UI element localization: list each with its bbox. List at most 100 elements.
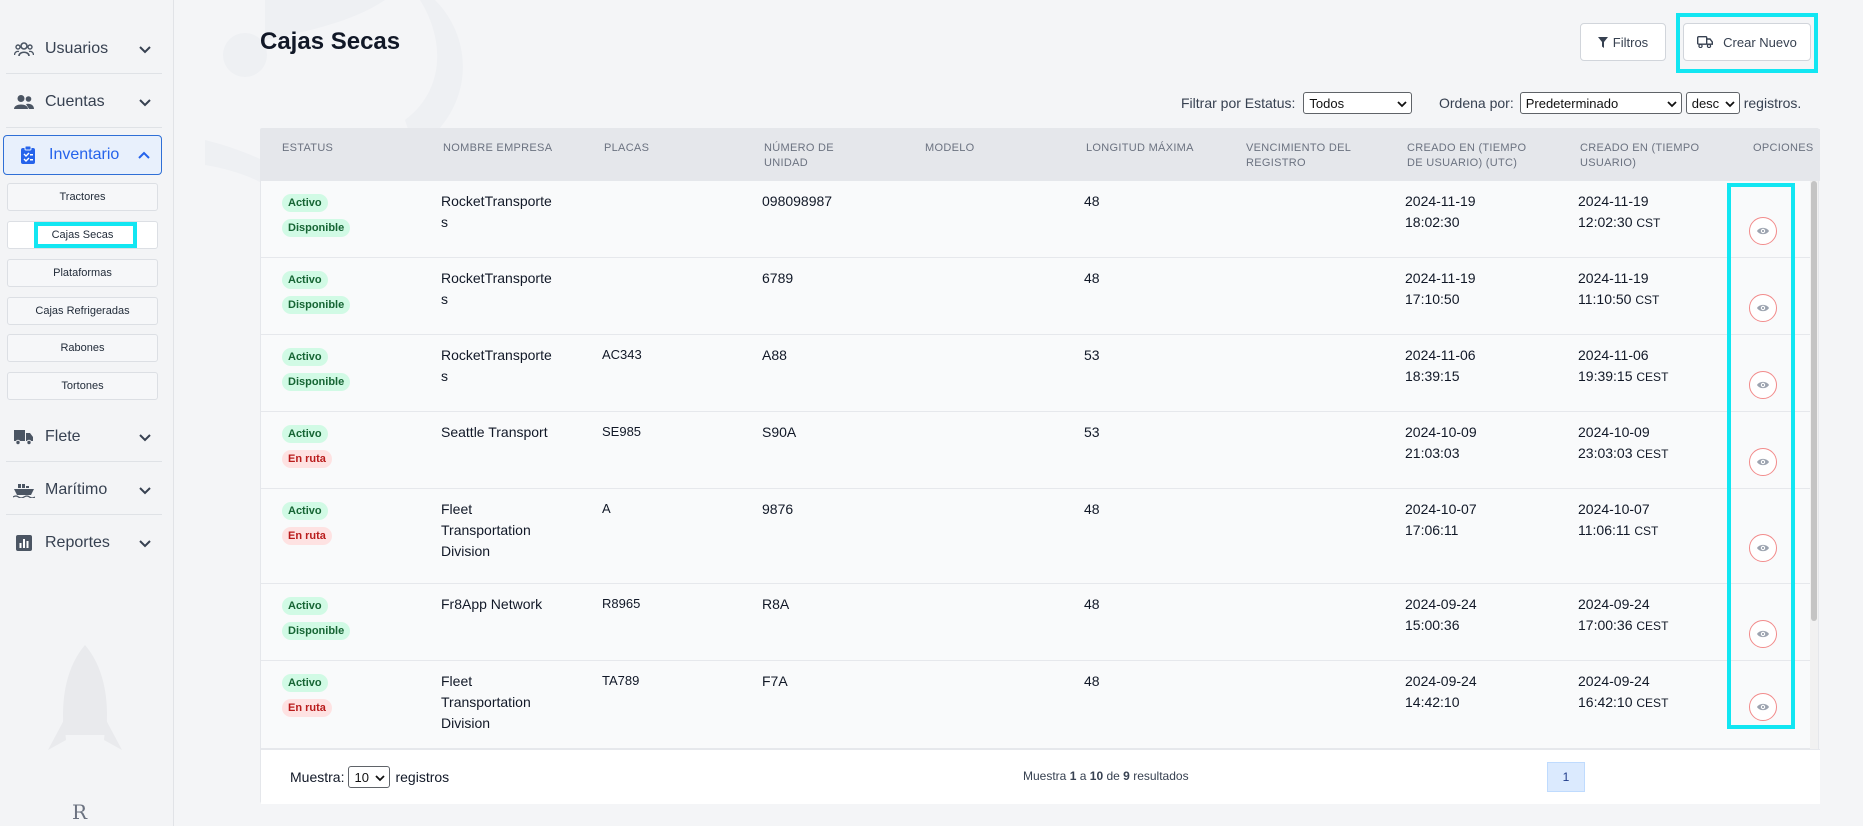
divider bbox=[6, 73, 162, 74]
company-name-line: Division bbox=[441, 543, 491, 559]
filter-icon bbox=[1597, 36, 1608, 48]
results-to: 10 bbox=[1089, 769, 1104, 783]
page-size-suffix: registros bbox=[395, 769, 450, 785]
plates-cell: R8965 bbox=[602, 596, 641, 611]
sidebar-item-label: Cuentas bbox=[45, 93, 105, 110]
table-row[interactable]: Activo Disponible RocketTransporte s AC343 A8… bbox=[261, 335, 1810, 412]
users-icon bbox=[13, 40, 35, 58]
plates-cell: TA789 bbox=[602, 673, 640, 688]
created-user-cell: 2024-11-19 12:02:30 CST bbox=[1578, 191, 1660, 234]
company-name-line: s bbox=[441, 368, 448, 384]
page-size-select[interactable]: 10 bbox=[348, 766, 391, 788]
truck-icon bbox=[13, 428, 35, 446]
table-scrollbar[interactable] bbox=[1810, 181, 1818, 749]
column-header-modelo[interactable]: MODELO bbox=[925, 141, 974, 156]
column-header-numero-unidad[interactable]: NÚMERO DE UNIDAD bbox=[764, 141, 834, 171]
max-length-cell: 48 bbox=[1084, 596, 1100, 612]
divider bbox=[6, 514, 162, 515]
sidebar-subitem-tractores[interactable]: Tractores bbox=[7, 183, 158, 211]
sidebar: Usuarios Cuentas Inventario Tractores Ca… bbox=[0, 0, 174, 826]
chevron-up-icon bbox=[138, 151, 150, 159]
unit-number-cell: F7A bbox=[762, 673, 788, 689]
max-length-cell: 48 bbox=[1084, 501, 1100, 517]
highlight-box bbox=[34, 222, 137, 248]
table-row[interactable]: Activo En ruta Seattle Transport SE985 S90A 5… bbox=[261, 412, 1810, 489]
chevron-down-icon bbox=[139, 46, 151, 54]
table-row[interactable]: Activo Disponible Fr8App Network R8965 R8A 48… bbox=[261, 584, 1810, 661]
table-row[interactable]: Activo Disponible RocketTransporte s 6789 48 2… bbox=[261, 258, 1810, 335]
unit-number-cell: A88 bbox=[762, 347, 787, 363]
records-suffix: registros. bbox=[1743, 95, 1802, 111]
company-name-line: Fleet bbox=[441, 673, 473, 689]
column-header-creado-usuario[interactable]: CREADO EN (TIEMPO USUARIO) bbox=[1580, 141, 1699, 171]
app-logo[interactable]: R bbox=[72, 800, 87, 824]
company-name-line: Transportation bbox=[441, 694, 531, 710]
status-filter: Filtrar por Estatus: Todos bbox=[1181, 92, 1413, 114]
availability-badge: En ruta bbox=[282, 527, 332, 545]
order-direction-select[interactable]: desc bbox=[1685, 92, 1740, 114]
unit-number-cell: 098098987 bbox=[762, 193, 833, 209]
sidebar-subitem-rabones[interactable]: Rabones bbox=[7, 334, 158, 362]
plates-cell: A bbox=[602, 501, 611, 516]
rocket-watermark-icon bbox=[48, 645, 122, 750]
sidebar-item-flete[interactable]: Flete bbox=[0, 415, 162, 459]
column-header-placas[interactable]: PLACAS bbox=[604, 141, 649, 156]
table-row[interactable]: Activo Disponible RocketTransporte s 0980989… bbox=[261, 181, 1810, 258]
company-name-line: RocketTransporte bbox=[441, 270, 552, 286]
status-badge: Activo bbox=[282, 194, 328, 212]
sidebar-item-label: Reportes bbox=[45, 534, 110, 551]
created-user-cell: 2024-10-07 11:06:11 CST bbox=[1578, 499, 1658, 542]
sidebar-subitem-plataformas[interactable]: Plataformas bbox=[7, 259, 158, 287]
filters-button[interactable]: Filtros bbox=[1580, 23, 1666, 61]
created-user-time: 17:00:36 bbox=[1578, 617, 1633, 633]
chart-icon bbox=[13, 534, 35, 552]
created-utc-cell: 2024-11-19 18:02:30 bbox=[1405, 191, 1476, 233]
sidebar-item-cuentas[interactable]: Cuentas bbox=[0, 80, 162, 124]
created-user-date: 2024-11-19 bbox=[1578, 270, 1649, 286]
company-name-line: Division bbox=[441, 715, 491, 731]
sidebar-subitem-cajas-refrigeradas[interactable]: Cajas Refrigeradas bbox=[7, 297, 158, 325]
company-name-line: s bbox=[441, 291, 448, 307]
status-badge: Activo bbox=[282, 597, 328, 615]
order-select[interactable]: Predeterminado bbox=[1519, 92, 1682, 114]
created-user-date: 2024-11-19 bbox=[1578, 193, 1649, 209]
company-cell: Fleet Transportation Division bbox=[441, 671, 531, 734]
unit-number-cell: S90A bbox=[762, 424, 797, 440]
created-utc-time: 14:42:10 bbox=[1405, 694, 1460, 710]
max-length-cell: 48 bbox=[1084, 193, 1100, 209]
column-header-nombre-empresa[interactable]: NOMBRE EMPRESA bbox=[443, 141, 552, 156]
pagination-page-button[interactable]: 1 bbox=[1547, 762, 1585, 792]
sidebar-item-inventario[interactable]: Inventario bbox=[3, 135, 162, 175]
created-user-cell: 2024-11-19 11:10:50 CST bbox=[1578, 268, 1659, 311]
status-badge: Activo bbox=[282, 348, 328, 366]
created-utc-cell: 2024-11-19 17:10:50 bbox=[1405, 268, 1476, 310]
column-header-creado-utc[interactable]: CREADO EN (TIEMPO DE USUARIO) (UTC) bbox=[1407, 141, 1526, 171]
column-header-estatus[interactable]: ESTATUS bbox=[282, 141, 333, 156]
accounts-icon bbox=[13, 93, 35, 111]
sidebar-item-maritimo[interactable]: Marítimo bbox=[0, 468, 162, 512]
column-header-longitud[interactable]: LONGITUD MÁXIMA bbox=[1086, 141, 1194, 156]
status-select[interactable]: Todos bbox=[1303, 92, 1413, 114]
table-row[interactable]: Activo En ruta Fleet Transportation Division… bbox=[261, 489, 1810, 584]
status-badge: Activo bbox=[282, 674, 328, 692]
sidebar-item-usuarios[interactable]: Usuarios bbox=[0, 27, 162, 71]
availability-badge: Disponible bbox=[282, 219, 351, 237]
max-length-cell: 48 bbox=[1084, 270, 1100, 286]
plates-cell: SE985 bbox=[602, 424, 642, 439]
results-from: 1 bbox=[1069, 769, 1077, 783]
column-header-vencimiento[interactable]: VENCIMIENTO DEL REGISTRO bbox=[1246, 141, 1351, 171]
sidebar-item-reportes[interactable]: Reportes bbox=[0, 521, 162, 565]
sidebar-subitem-tortones[interactable]: Tortones bbox=[7, 372, 158, 400]
page-size-control: Muestra: 10 registros bbox=[290, 766, 449, 788]
max-length-cell: 48 bbox=[1084, 673, 1100, 689]
sidebar-item-label: Inventario bbox=[49, 146, 120, 163]
scrollbar-thumb[interactable] bbox=[1811, 181, 1817, 621]
availability-badge: Disponible bbox=[282, 296, 351, 314]
created-utc-date: 2024-11-06 bbox=[1405, 347, 1476, 363]
timezone-label: CEST bbox=[1636, 619, 1669, 633]
table-row[interactable]: Activo En ruta Fleet Transportation Division… bbox=[261, 661, 1810, 749]
results-de: de bbox=[1106, 769, 1120, 783]
order-label: Ordena por: bbox=[1439, 95, 1514, 111]
page-size-value: 10 bbox=[354, 769, 369, 785]
page-title: Cajas Secas bbox=[260, 28, 401, 55]
